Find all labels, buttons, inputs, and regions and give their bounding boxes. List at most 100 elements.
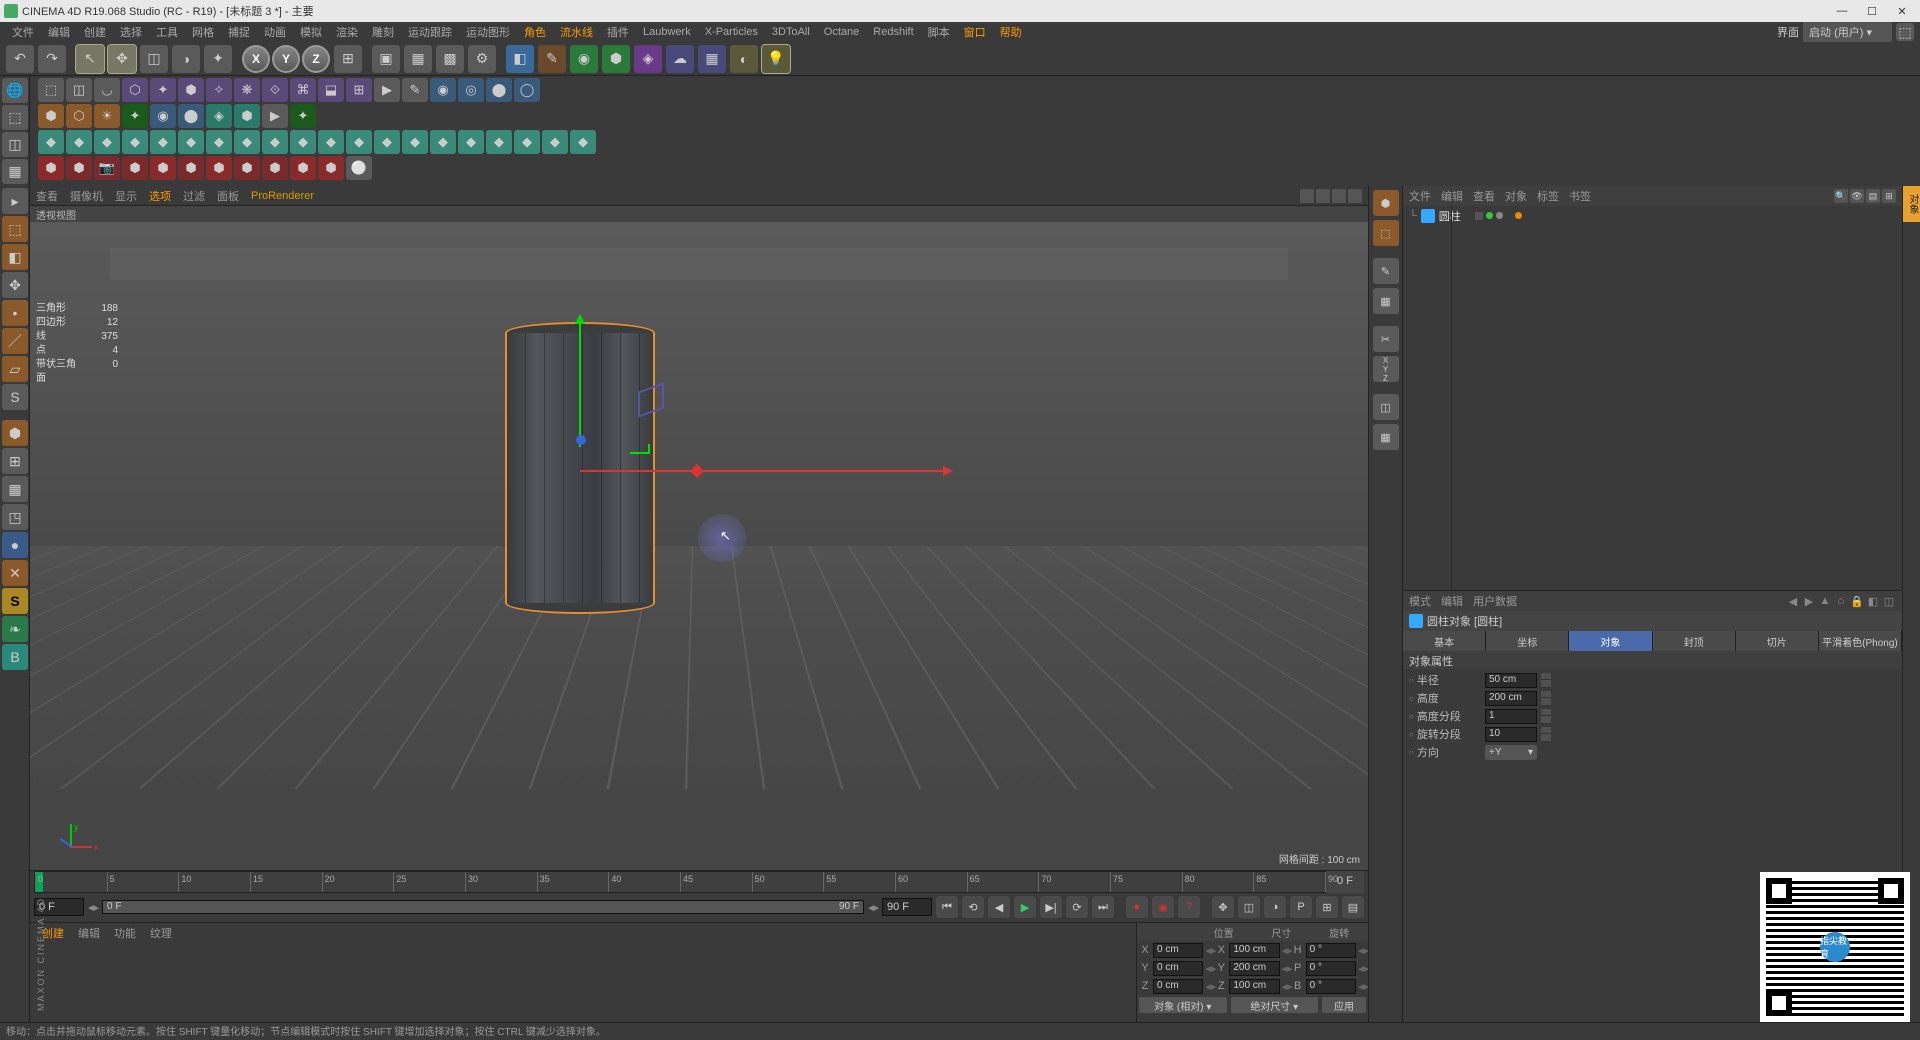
menu-item-编辑[interactable]: 编辑 xyxy=(42,22,76,42)
menu-item-Laubwerk[interactable]: Laubwerk xyxy=(637,24,697,40)
row4-icon[interactable]: ⬢ xyxy=(234,156,260,180)
row3-icon[interactable]: ◆ xyxy=(570,130,596,154)
row3-icon[interactable]: ◆ xyxy=(150,130,176,154)
render-settings-button[interactable]: ⚙ xyxy=(468,45,496,73)
om-hier-icon[interactable]: ⊞ xyxy=(1882,189,1896,203)
row1-icon[interactable]: ⬤ xyxy=(486,78,512,102)
row3-icon[interactable]: ◆ xyxy=(94,130,120,154)
vp-nav-icon[interactable] xyxy=(1348,189,1362,203)
row2-icon[interactable]: ✦ xyxy=(122,104,148,128)
om-view-icon[interactable]: 👁 xyxy=(1850,189,1864,203)
row4-icon[interactable]: ⬢ xyxy=(262,156,288,180)
vp-nav-icon[interactable] xyxy=(1300,189,1314,203)
camera-button[interactable]: ▦ xyxy=(698,45,726,73)
visibility-dot[interactable] xyxy=(1486,212,1493,219)
om-menu-对象[interactable]: 对象 xyxy=(1505,188,1527,204)
row3-icon[interactable]: ◆ xyxy=(206,130,232,154)
menu-item-文件[interactable]: 文件 xyxy=(6,22,40,42)
rot-field[interactable]: 0 ° xyxy=(1306,979,1356,994)
row3-icon[interactable]: ◆ xyxy=(458,130,484,154)
row3-icon[interactable]: ◆ xyxy=(486,130,512,154)
menu-item-运动跟踪[interactable]: 运动跟踪 xyxy=(402,22,458,42)
vp-menu-过滤[interactable]: 过滤 xyxy=(183,188,205,204)
object-name[interactable]: 圆柱 xyxy=(1439,208,1461,224)
row1-icon[interactable]: ⊞ xyxy=(346,78,372,102)
om-menu-文件[interactable]: 文件 xyxy=(1409,188,1431,204)
axis-z-toggle[interactable]: Z xyxy=(302,45,330,73)
menu-item-Octane[interactable]: Octane xyxy=(818,24,865,40)
row4-icon[interactable]: ⬢ xyxy=(318,156,344,180)
poly-mode-button[interactable]: ▱ xyxy=(2,356,28,382)
light-button[interactable]: ◐ xyxy=(730,45,758,73)
gizmo-x-axis[interactable] xyxy=(580,470,950,472)
row1-icon[interactable]: ❋ xyxy=(234,78,260,102)
mat-menu-功能[interactable]: 功能 xyxy=(108,923,142,943)
mat-menu-纹理[interactable]: 纹理 xyxy=(144,923,178,943)
attr-new-icon[interactable]: ◧ xyxy=(1866,594,1880,608)
menu-item-X-Particles[interactable]: X-Particles xyxy=(699,24,764,40)
menu-item-脚本[interactable]: 脚本 xyxy=(922,22,956,42)
row3-icon[interactable]: ◆ xyxy=(402,130,428,154)
attr-mode-icon[interactable]: ◫ xyxy=(1882,594,1896,608)
rc-icon[interactable]: ✂ xyxy=(1373,326,1399,352)
rc-icon[interactable]: ⬚ xyxy=(1373,220,1399,246)
rc-xyz-icon[interactable]: XYZ xyxy=(1373,356,1399,382)
rc-icon[interactable]: ⬢ xyxy=(1373,190,1399,216)
vp-menu-显示[interactable]: 显示 xyxy=(115,188,137,204)
timeline-range[interactable]: 0 F 90 F xyxy=(102,900,864,914)
axis-mode-button[interactable]: ✥ xyxy=(2,272,28,298)
last-tool[interactable]: ✦ xyxy=(204,45,232,73)
row3-icon[interactable]: ◆ xyxy=(38,130,64,154)
render-region-button[interactable]: ▦ xyxy=(404,45,432,73)
coord-system-button[interactable]: ⊞ xyxy=(334,45,362,73)
end-frame-field[interactable]: 90 F xyxy=(882,898,932,916)
attr-tab-对象[interactable]: 对象 xyxy=(1569,631,1652,651)
next-frame-button[interactable]: ▶| xyxy=(1040,896,1062,918)
rotate-tool[interactable]: ◑ xyxy=(172,45,200,73)
key-scale-button[interactable]: ◫ xyxy=(1238,896,1260,918)
row1-icon[interactable]: ◡ xyxy=(94,78,120,102)
generator-button[interactable]: ◉ xyxy=(570,45,598,73)
size-field[interactable]: 200 cm xyxy=(1229,961,1279,976)
key-pla-button[interactable]: ⊞ xyxy=(1316,896,1338,918)
point-mode-button[interactable]: • xyxy=(2,300,28,326)
row1-icon[interactable]: ▶ xyxy=(374,78,400,102)
row2-icon[interactable]: ⬡ xyxy=(66,104,92,128)
goto-start-button[interactable]: ⏮ xyxy=(936,896,958,918)
undo-button[interactable]: ↶ xyxy=(6,45,34,73)
row3-icon[interactable]: ◆ xyxy=(262,130,288,154)
layout-lock-icon[interactable]: ⬚ xyxy=(1896,23,1914,41)
spinner[interactable] xyxy=(1541,691,1551,706)
row1-icon[interactable]: ◎ xyxy=(458,78,484,102)
keyframe-sel-button[interactable]: ? xyxy=(1178,896,1200,918)
attr-tab-切片[interactable]: 切片 xyxy=(1736,631,1819,651)
menu-item-角色[interactable]: 角色 xyxy=(518,22,552,42)
sphere-button[interactable]: ● xyxy=(2,532,28,558)
leaf-button[interactable]: ❧ xyxy=(2,616,28,642)
row1-icon[interactable]: ⬚ xyxy=(38,78,64,102)
row3-icon[interactable]: ◆ xyxy=(374,130,400,154)
spline-button[interactable]: ✎ xyxy=(538,45,566,73)
key-pos-button[interactable]: ✥ xyxy=(1212,896,1234,918)
tree-row[interactable]: └ 圆柱 xyxy=(1405,208,1900,224)
vp-nav-icon[interactable] xyxy=(1332,189,1346,203)
row1-icon[interactable]: ⬡ xyxy=(122,78,148,102)
vp-menu-面板[interactable]: 面板 xyxy=(217,188,239,204)
texture-mode-button[interactable]: S xyxy=(2,384,28,410)
palette-icon[interactable]: ⬚ xyxy=(2,105,28,130)
layer-dot[interactable] xyxy=(1475,212,1483,220)
rot-field[interactable]: 0 ° xyxy=(1306,943,1356,958)
menu-item-插件[interactable]: 插件 xyxy=(601,22,635,42)
attr-tab-平滑着色(Phong)[interactable]: 平滑着色(Phong) xyxy=(1819,631,1902,651)
om-filter-icon[interactable]: ▤ xyxy=(1866,189,1880,203)
attr-up-icon[interactable]: ▲ xyxy=(1818,594,1832,608)
play-button[interactable]: ▶ xyxy=(1014,896,1036,918)
attr-lock-icon[interactable]: 🔒 xyxy=(1850,594,1864,608)
record-button[interactable]: ● xyxy=(1126,896,1148,918)
menu-item-渲染[interactable]: 渲染 xyxy=(330,22,364,42)
size-field[interactable]: 100 cm xyxy=(1229,943,1279,958)
attr-tab-坐标[interactable]: 坐标 xyxy=(1486,631,1569,651)
row2-icon[interactable]: ☀ xyxy=(94,104,120,128)
row4-icon[interactable]: ⬢ xyxy=(290,156,316,180)
menu-item-流水线[interactable]: 流水线 xyxy=(554,22,599,42)
